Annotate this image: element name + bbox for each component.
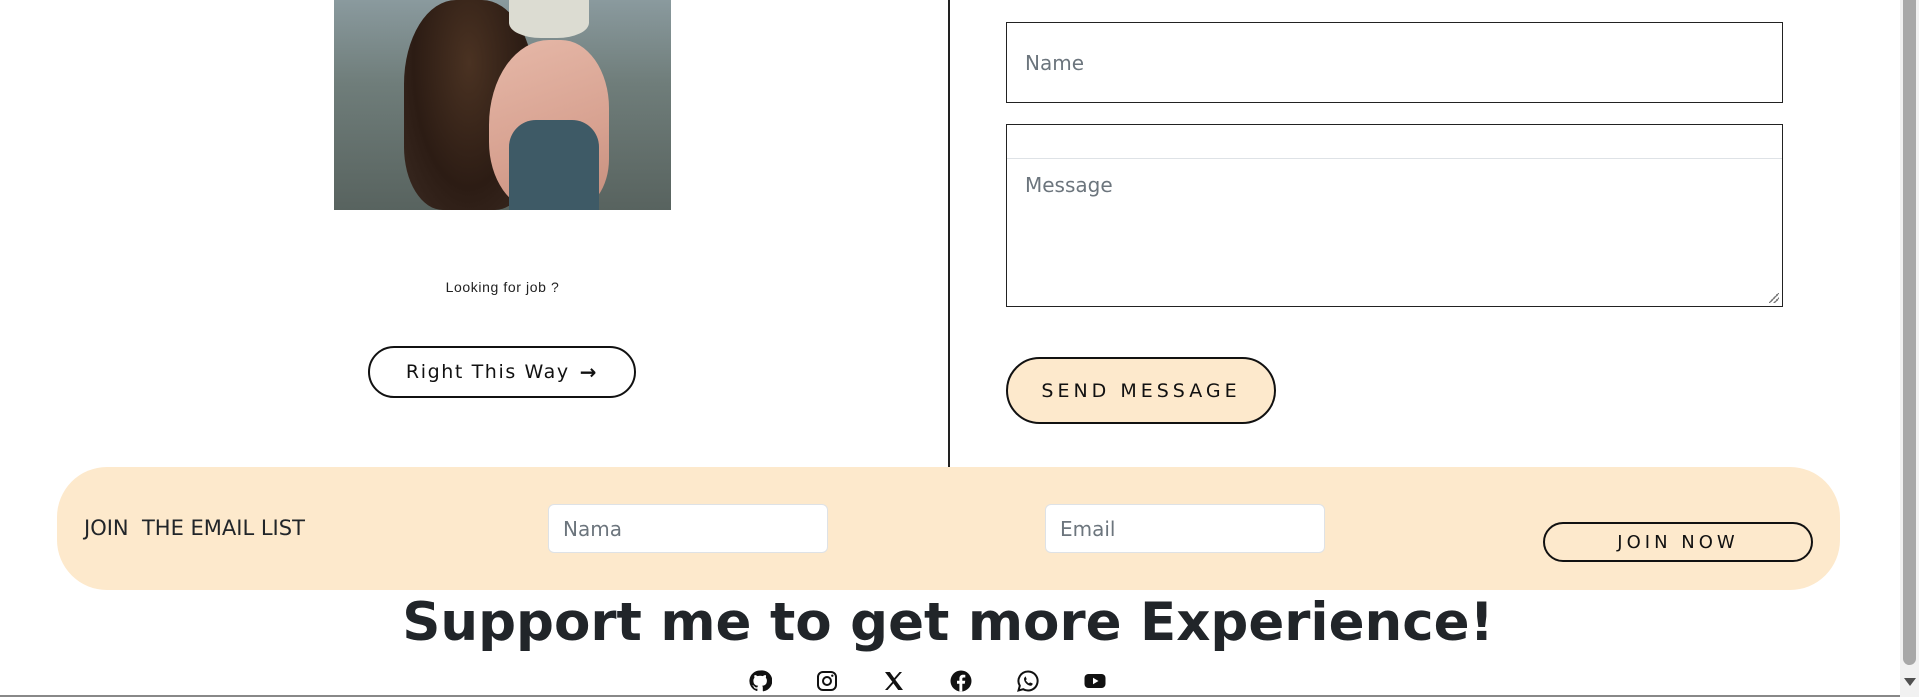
column-divider	[948, 0, 950, 467]
facebook-icon[interactable]	[949, 669, 973, 693]
email-list-band: JOIN THE EMAIL LIST JOIN NOW	[57, 467, 1840, 590]
right-this-way-label: Right This Way	[405, 361, 570, 383]
arrow-right-icon: →	[579, 360, 599, 384]
photo-sleeve	[509, 0, 589, 38]
profile-photo	[334, 0, 671, 210]
message-textarea[interactable]	[1007, 158, 1782, 306]
instagram-icon[interactable]	[815, 669, 839, 693]
looking-for-job-text: Looking for job ?	[445, 279, 560, 295]
message-field-wrapper	[1006, 124, 1783, 307]
whatsapp-icon[interactable]	[1016, 669, 1040, 693]
email-list-label: JOIN THE EMAIL LIST	[84, 516, 305, 540]
email-list-name-input[interactable]	[548, 504, 828, 553]
scroll-down-arrow-icon[interactable]	[1904, 678, 1916, 686]
email-list-email-input[interactable]	[1045, 504, 1325, 553]
social-links	[748, 669, 1107, 693]
support-heading: Support me to get more Experience!	[402, 592, 1494, 653]
page-scrollbar[interactable]	[1900, 0, 1919, 697]
youtube-icon[interactable]	[1083, 669, 1107, 693]
join-now-button[interactable]: JOIN NOW	[1543, 522, 1813, 562]
name-input[interactable]	[1007, 23, 1782, 102]
right-this-way-button[interactable]: Right This Way →	[368, 346, 636, 398]
github-icon[interactable]	[748, 669, 772, 693]
name-field-wrapper	[1006, 22, 1783, 103]
photo-shirt	[509, 120, 599, 210]
x-icon[interactable]	[882, 669, 906, 693]
page: Looking for job ? Right This Way → SEND …	[0, 0, 1900, 697]
scrollbar-thumb[interactable]	[1903, 0, 1916, 665]
send-message-button[interactable]: SEND MESSAGE	[1006, 357, 1276, 424]
resize-handle-icon[interactable]	[1769, 293, 1779, 303]
